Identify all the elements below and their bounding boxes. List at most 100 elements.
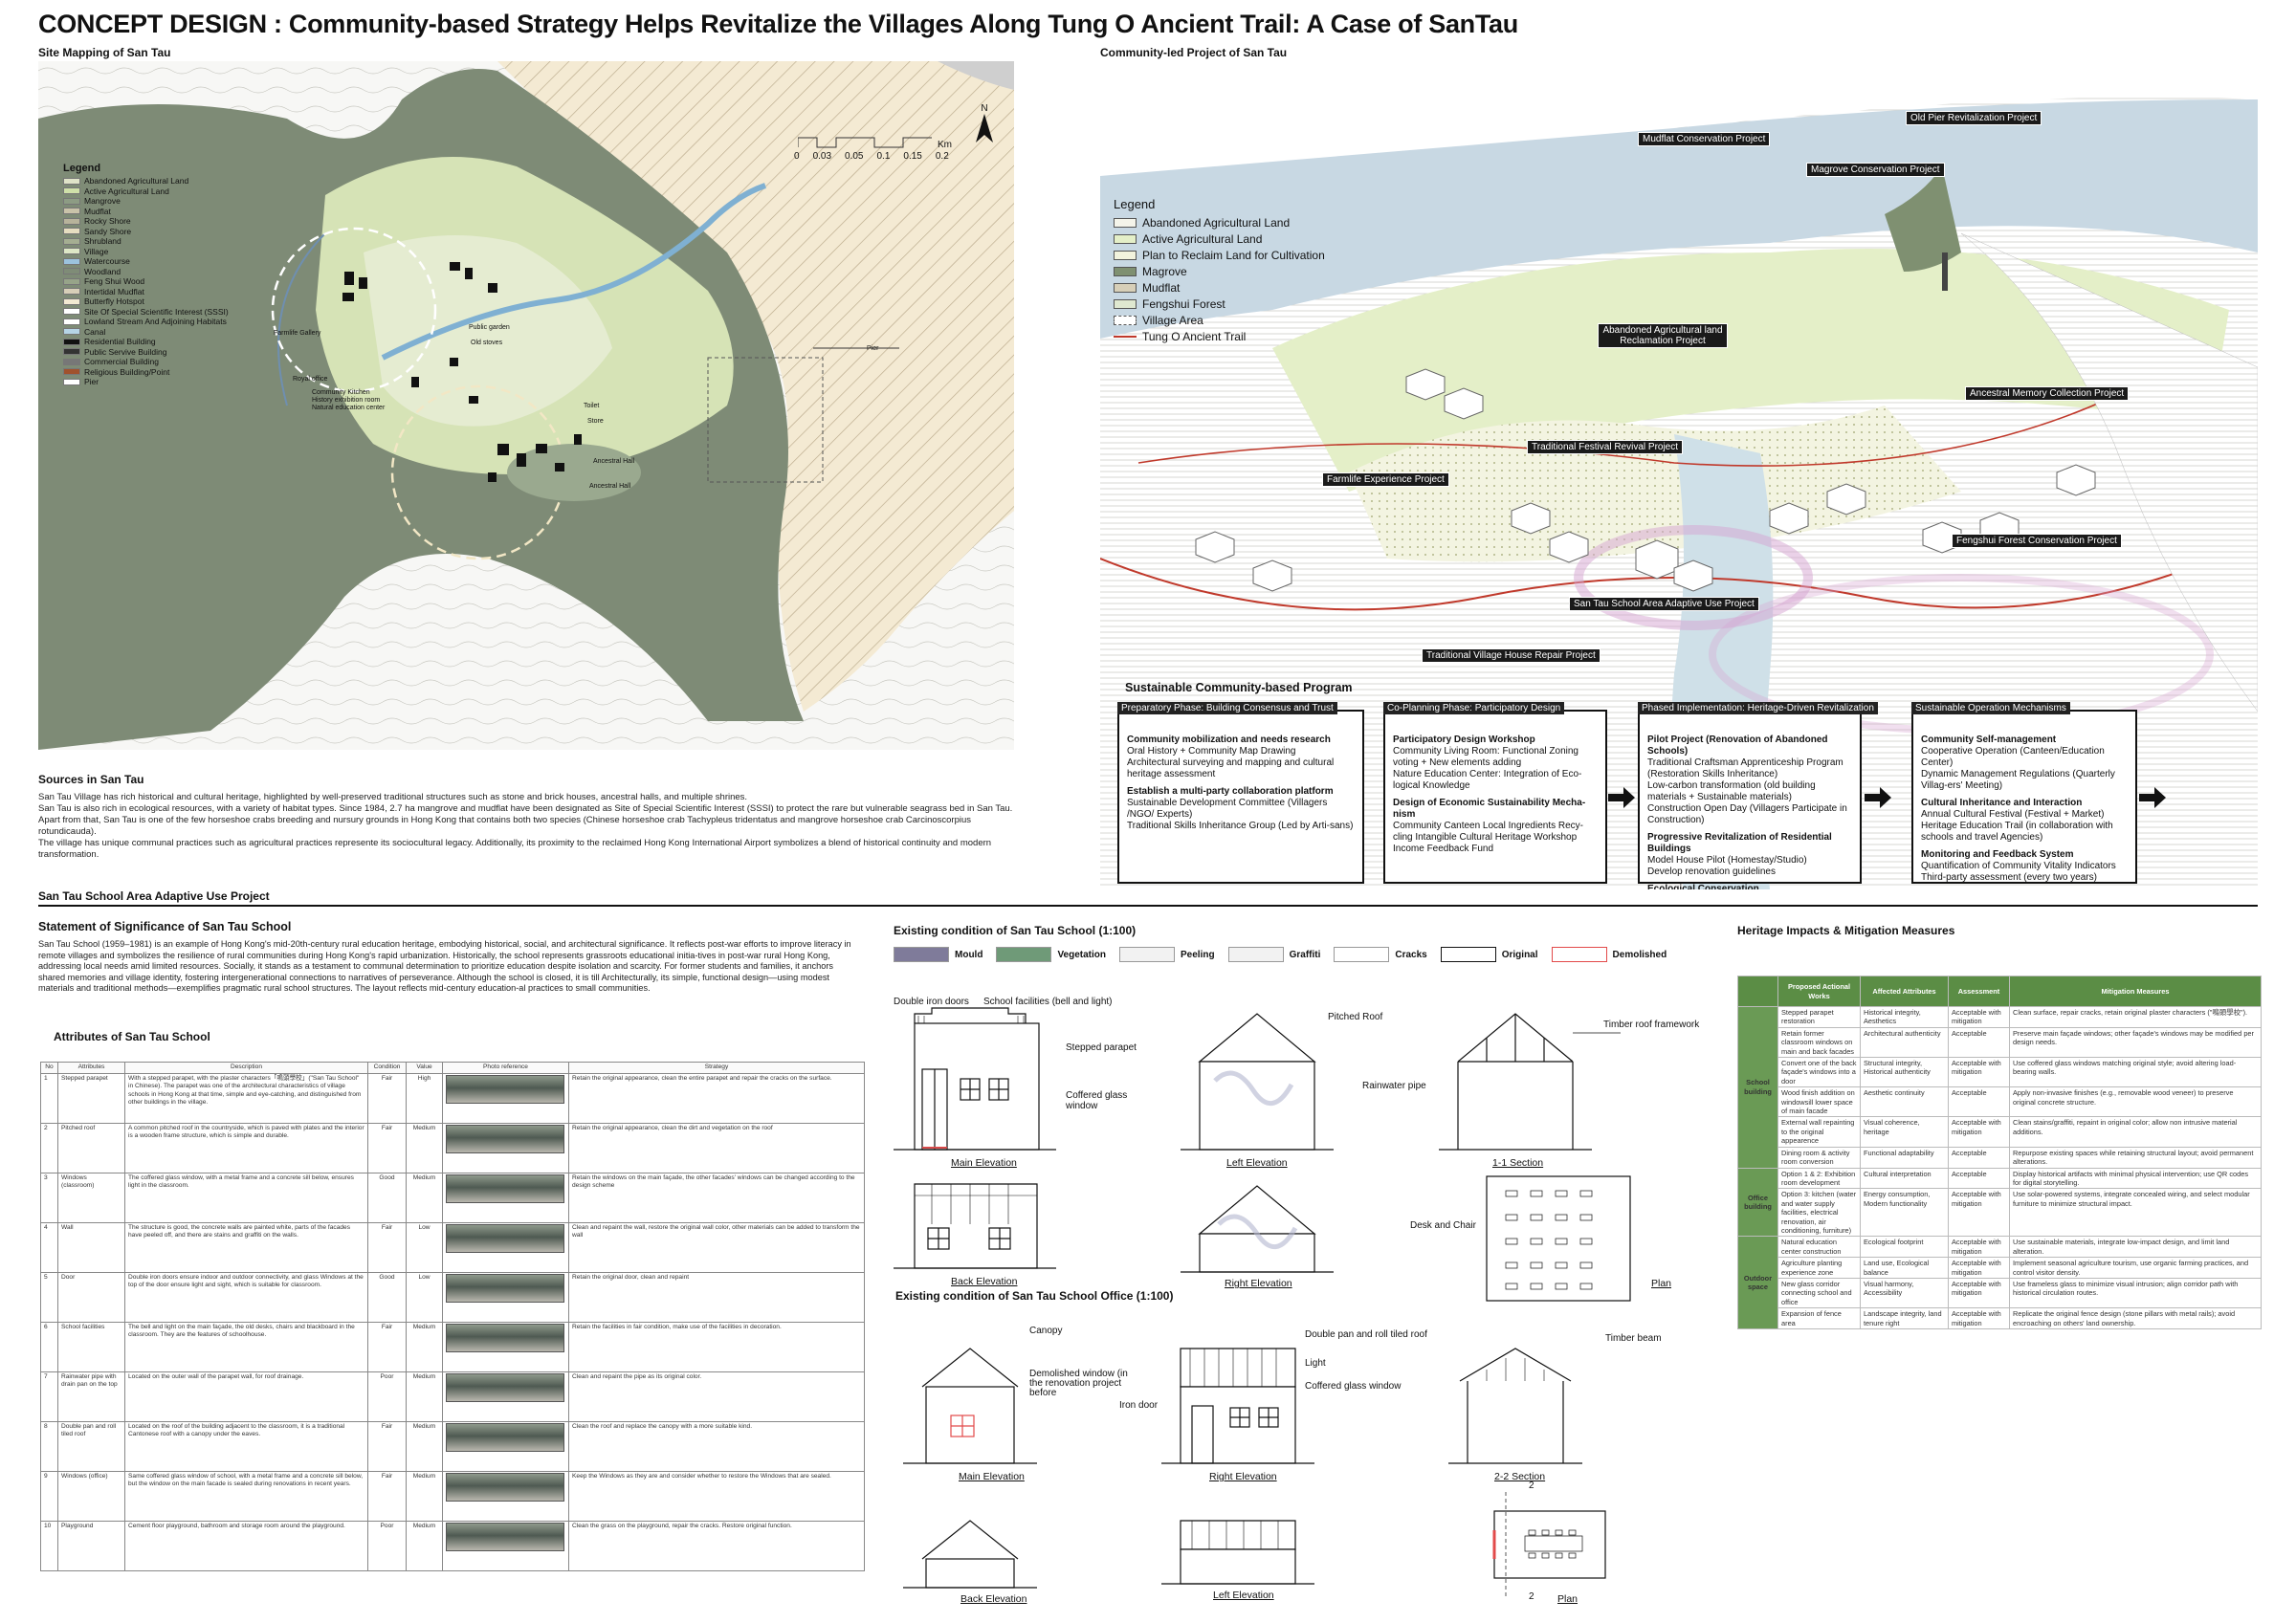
plan-section-mark: 2: [1529, 1480, 1534, 1491]
map-label: Old stoves: [471, 340, 503, 346]
cell-description: A common pitched roof in the countryside…: [124, 1122, 368, 1173]
drawing-annotation: Desk and Chair: [1410, 1220, 1476, 1231]
legend-label: Religious Building/Point: [84, 366, 170, 377]
drawing-annotation: School facilities (bell and light): [983, 997, 1113, 1007]
photo-reference: [446, 1273, 564, 1303]
school-main-elevation: [894, 1007, 1056, 1151]
table-row: Dining room & activity room conversion Fu…: [1738, 1146, 2262, 1169]
key-label: Original: [1501, 949, 1538, 960]
mitigation-cell: Acceptable: [1948, 1086, 2010, 1118]
mitigation-heading: Heritage Impacts & Mitigation Measures: [1737, 924, 1955, 937]
arrow-icon: [2139, 787, 2166, 808]
school-back-elevation: [894, 1183, 1056, 1269]
office-main-elevation: [903, 1348, 1037, 1464]
cell-photo: [442, 1122, 569, 1173]
legend-swatch: [63, 177, 80, 185]
office-section-2-2: [1448, 1348, 1582, 1464]
cell-no: 3: [40, 1172, 58, 1223]
legend-item: Butterfly Hotspot: [63, 296, 229, 307]
scale-tick: 0.2: [935, 151, 949, 162]
table-row: Outdoor space Natural education center co…: [1737, 1236, 2262, 1329]
mitigation-cell: Aesthetic continuity: [1860, 1086, 1949, 1118]
legend-label: Rocky Shore: [84, 216, 131, 227]
legend-swatch: [63, 217, 80, 225]
sources-paragraph: San Tau Village has rich historical and …: [38, 792, 748, 802]
cell-strategy: Clean the roof and replace the canopy wi…: [568, 1420, 865, 1472]
mitigation-cell: Natural education center construction: [1777, 1236, 1861, 1259]
legend-item: Active Agricultural Land: [63, 186, 229, 197]
table-header-row: No Attributes Description Condition Valu…: [40, 1062, 865, 1074]
condition-key-item: Original: [1440, 947, 1538, 962]
cell-photo: [442, 1271, 569, 1323]
column-header: Photo reference: [442, 1062, 569, 1074]
cell-strategy: Clean and repaint the wall, restore the …: [568, 1221, 865, 1273]
cell-condition: Fair: [367, 1221, 407, 1273]
key-swatch: [1440, 947, 1496, 962]
cell-condition: Poor: [367, 1371, 407, 1422]
cell-photo: [442, 1072, 569, 1124]
drawing-annotation: Pitched Roof: [1328, 1012, 1383, 1022]
mitigation-cell: Implement seasonal agriculture tourism, …: [2009, 1257, 2262, 1279]
table-row: 9 Windows (office) Same coffered glass win…: [40, 1470, 865, 1522]
office-drawing-heading: Existing condition of San Tau School Off…: [895, 1289, 1174, 1303]
mitigation-cell: Apply non-invasive finishes (e.g., remov…: [2009, 1086, 2262, 1118]
school-left-elevation: [1181, 1013, 1334, 1151]
cell-strategy: Keep the Windows as they are and conside…: [568, 1470, 865, 1522]
mitigation-cell: Dining room & activity room conversion: [1777, 1146, 1861, 1169]
school-heading: San Tau School Area Adaptive Use Project: [38, 889, 270, 903]
mitigation-cell: Visual coherence, heritage: [1860, 1116, 1949, 1148]
cell-attribute: Wall: [57, 1221, 125, 1273]
attributes-heading: Attributes of San Tau School: [54, 1030, 210, 1043]
scale-tick: 0: [794, 151, 800, 162]
mitigation-cell: Agriculture planting experience zone: [1777, 1257, 1861, 1279]
legend-label: Mangrove: [84, 196, 121, 207]
legend-swatch: [63, 248, 80, 255]
mitigation-cell: Convert one of the back façade's windows…: [1777, 1057, 1861, 1088]
column-header: Value: [406, 1062, 443, 1074]
legend-title: Legend: [63, 163, 101, 174]
drawing-annotation: Stepped parapet: [1066, 1042, 1137, 1053]
cell-no: 6: [40, 1321, 58, 1372]
legend-label: Sandy Shore: [84, 226, 132, 236]
drawing-label: Left Elevation: [1226, 1157, 1288, 1169]
mitigation-cell: Use frameless glass to minimize visual i…: [2009, 1277, 2262, 1309]
legend-item: Canal: [63, 327, 229, 338]
cell-value: Low: [406, 1221, 443, 1273]
drawing-label: Plan: [1557, 1593, 1578, 1605]
key-swatch: [1334, 947, 1390, 962]
column-header: Mitigation Measures: [2009, 976, 2262, 1007]
condition-key-item: Vegetation: [996, 947, 1106, 962]
cell-strategy: Retain the original door, clean and repa…: [568, 1271, 865, 1323]
mitigation-cell: Acceptable: [1948, 1026, 2010, 1059]
site-map: 0 0.03 0.05 0.1 0.15 0.2 Km N Legend Aba…: [38, 61, 1014, 750]
mitigation-cell: Option 1 & 2: Exhibition room developmen…: [1777, 1167, 1861, 1190]
sources-section: Sources in San Tau San Tau Village has r…: [38, 773, 1014, 861]
cell-condition: Fair: [367, 1072, 407, 1124]
cell-photo: [442, 1520, 569, 1571]
key-label: Vegetation: [1057, 949, 1107, 960]
key-label: Mould: [955, 949, 983, 960]
map-label: Ancestral Hall: [589, 483, 631, 490]
drawing-annotation: Canopy: [1029, 1326, 1063, 1336]
drawing-annotation: Double pan and roll tiled roof: [1305, 1329, 1427, 1340]
drawing-label: 2-2 Section: [1494, 1471, 1546, 1482]
legend-label: Pier: [84, 377, 99, 387]
table-row: 3 Windows (classroom) The coffered glass w…: [40, 1172, 865, 1223]
table-row: 10 Playground Cement floor playground, bat…: [40, 1520, 865, 1571]
mitigation-cell: Ecological footprint: [1860, 1236, 1949, 1259]
column-header: Affected Attributes: [1860, 976, 1949, 1007]
cell-no: 2: [40, 1122, 58, 1173]
photo-reference: [446, 1522, 564, 1551]
drawing-label: Left Elevation: [1213, 1590, 1274, 1601]
mitigation-cell: External wall repainting to the original…: [1777, 1116, 1861, 1148]
condition-key: Mould Vegetation Peeling Graffiti Cracks Orig…: [894, 947, 1667, 962]
legend-swatch: [63, 197, 80, 205]
north-arrow-graphic: [976, 114, 993, 143]
photo-reference: [446, 1323, 564, 1352]
cell-value: Medium: [406, 1122, 443, 1173]
table-row: 4 Wall The structure is good, the concrete…: [40, 1221, 865, 1273]
cell-description: Located on the roof of the building adja…: [124, 1420, 368, 1472]
legend-label: Village: [84, 246, 109, 256]
cell-no: 10: [40, 1520, 58, 1571]
cell-strategy: Clean and repaint the pipe as its origin…: [568, 1371, 865, 1422]
